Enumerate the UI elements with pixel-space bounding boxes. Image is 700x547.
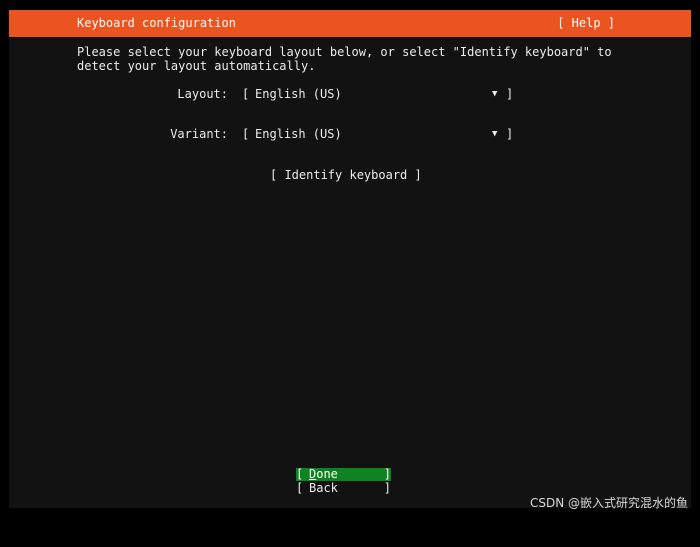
variant-select[interactable]: [ English (US) ▼ ]	[242, 127, 514, 141]
variant-label: Variant:	[170, 127, 228, 141]
layout-row: Layout:	[9, 87, 228, 101]
layout-select-open-bracket: [	[242, 87, 250, 101]
variant-select-open-bracket: [	[242, 127, 250, 141]
done-close-bracket: ]	[383, 467, 391, 481]
instructions-text: Please select your keyboard layout below…	[77, 45, 637, 73]
instructions-line-1: Please select your keyboard layout below…	[77, 45, 612, 59]
back-label: Back	[309, 481, 338, 495]
dropdown-arrow-icon: ▼	[492, 129, 498, 139]
variant-select-close-bracket: ]	[506, 127, 514, 141]
layout-select[interactable]: [ English (US) ▼ ]	[242, 87, 514, 101]
done-label: Done	[309, 468, 338, 481]
back-open-bracket: [	[296, 481, 304, 495]
watermark: CSDN @嵌入式研究混水的鱼	[529, 496, 688, 510]
identify-keyboard-button[interactable]: [ Identify keyboard ]	[270, 168, 422, 182]
title-bar: Keyboard configuration [ Help ]	[9, 10, 691, 37]
variant-row: Variant:	[9, 127, 228, 141]
layout-select-close-bracket: ]	[506, 87, 514, 101]
layout-label: Layout:	[177, 87, 228, 101]
done-button[interactable]: [ Done ]	[296, 468, 391, 481]
dropdown-arrow-icon: ▼	[492, 89, 498, 99]
done-label-rest: one	[316, 467, 338, 481]
back-close-bracket: ]	[383, 481, 391, 495]
page-title: Keyboard configuration	[77, 16, 236, 30]
help-button[interactable]: [ Help ]	[557, 16, 615, 30]
done-open-bracket: [	[296, 467, 304, 481]
variant-select-value: English (US)	[255, 127, 342, 141]
back-button[interactable]: [ Back ]	[296, 482, 391, 495]
installer-screen: Keyboard configuration [ Help ] Please s…	[9, 10, 691, 508]
instructions-line-2: detect your layout automatically.	[77, 59, 316, 73]
layout-select-value: English (US)	[255, 87, 342, 101]
